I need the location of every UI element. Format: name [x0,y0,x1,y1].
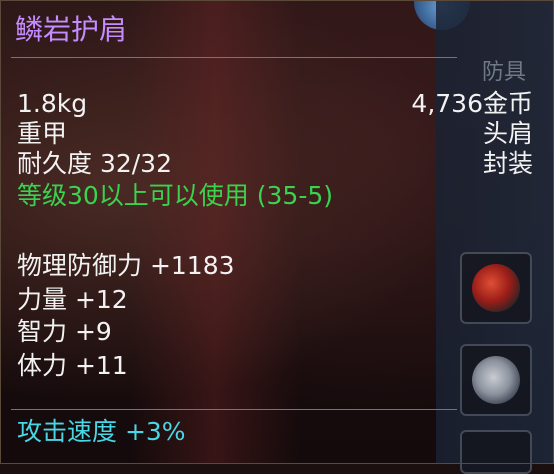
item-armor-type: 重甲 [17,119,68,148]
item-durability: 耐久度 32/32 [17,149,172,178]
stat-strength: 力量 +12 [17,285,128,314]
tooltip-divider-top [11,57,457,58]
item-price: 4,736金币 [411,89,533,118]
bonus-attack-speed: 攻击速度 +3% [17,417,186,446]
stat-physical-defense: 物理防御力 +1183 [17,251,235,280]
item-name: 鳞岩护肩 [15,13,128,46]
item-weight: 1.8kg [17,89,88,118]
stat-intelligence: 智力 +9 [17,317,112,346]
item-slot: 头肩 [482,119,533,148]
item-bind-status: 封装 [482,149,533,178]
item-tooltip: 鳞岩护肩 1.8kg 4,736金币 重甲 头肩 耐久度 32/32 封装 等级… [0,0,554,464]
stat-vitality: 体力 +11 [17,351,128,380]
level-requirement: 等级30以上可以使用 (35-5) [17,181,334,210]
tooltip-divider-bottom [11,409,457,410]
